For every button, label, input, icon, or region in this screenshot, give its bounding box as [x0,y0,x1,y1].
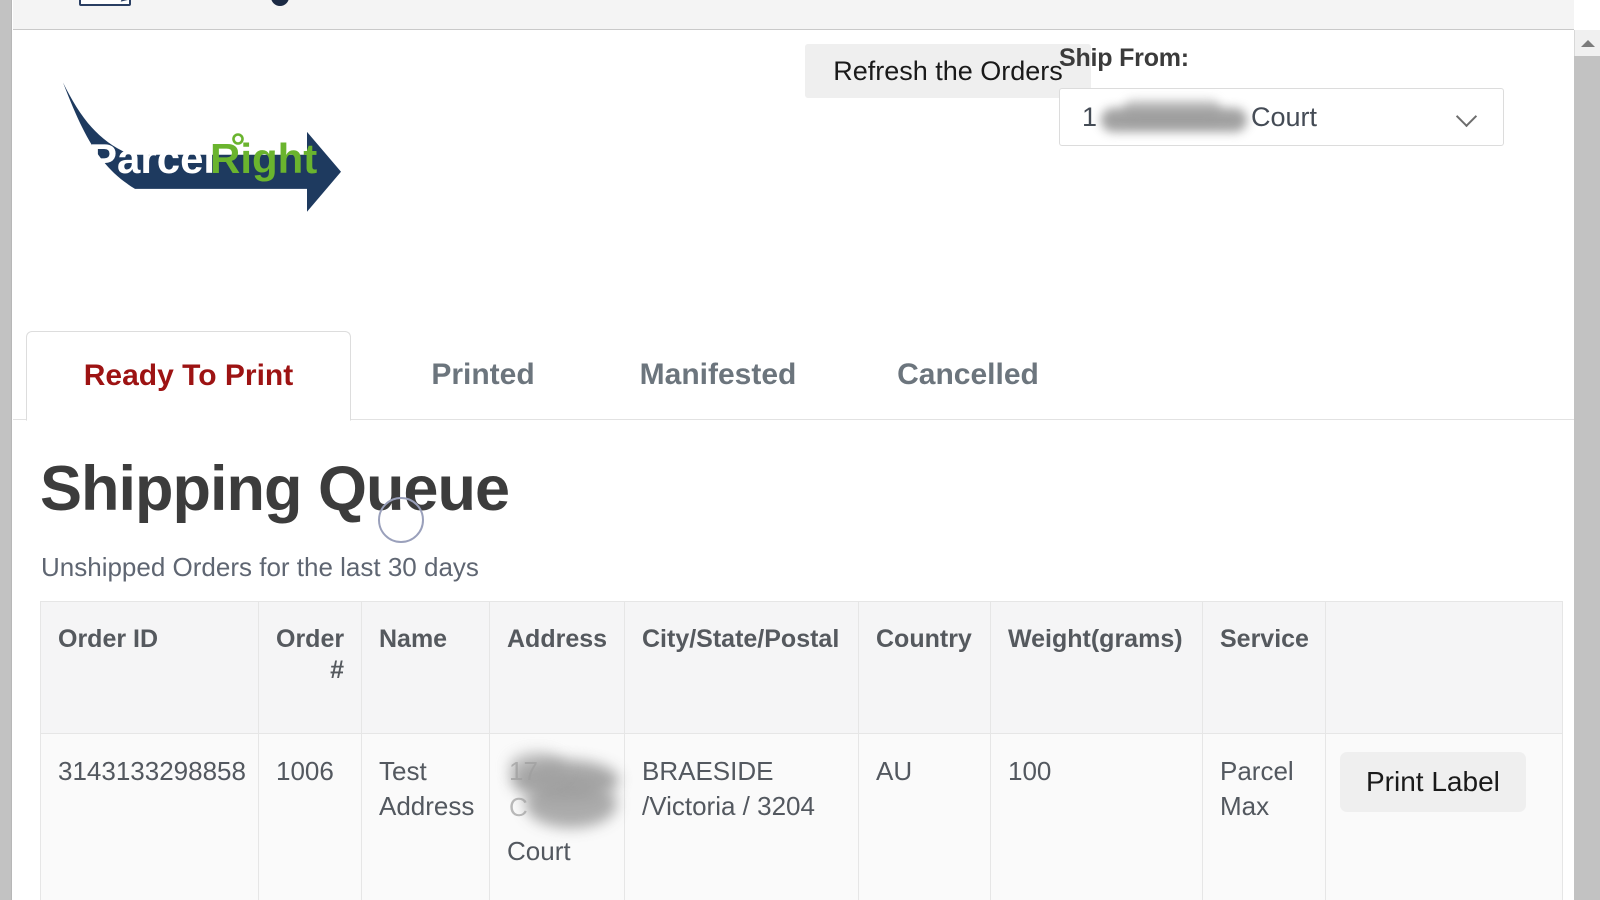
city-line: BRAESIDE [642,755,774,786]
refresh-orders-button[interactable]: Refresh the Orders [805,44,1091,98]
address-smudge-b [525,779,617,828]
print-label-button[interactable]: Print Label [1340,751,1526,812]
scrollbar-up-button[interactable] [1574,30,1600,56]
app-root: Parcel Right Refresh the Orders Ship Fro… [0,0,1600,900]
cell-city-state-postal: BRAESIDE /Victoria / 3204 [624,732,859,900]
cell-service: Parcel Max [1202,732,1326,900]
cell-order-id: 3143133298858 [40,732,259,900]
ship-from-label: Ship From: [1059,44,1189,72]
column-header-country[interactable]: Country [858,601,991,734]
ship-from-select[interactable]: 1 Court [1059,88,1504,146]
service-line-1: Parcel [1220,755,1294,786]
column-header-city-state-postal[interactable]: City/State/Postal [624,601,859,734]
chevron-up-icon [1581,40,1595,47]
column-header-order-number-line2: # [330,656,344,685]
column-header-address[interactable]: Address [489,601,625,734]
table-header-row: Order ID Order # Name Address City/State/… [40,601,1563,734]
column-header-order-number[interactable]: Order # [258,601,362,734]
column-header-order-number-line1: Order [276,625,345,653]
address-tail-text: Court [507,835,571,866]
ship-from-value-prefix: 1 [1082,102,1098,132]
vertical-scrollbar[interactable] [1574,30,1600,900]
chevron-down-icon[interactable] [1459,109,1477,127]
cell-country: AU [858,732,991,900]
tab-cancelled[interactable]: Cancelled [853,331,1083,421]
logo-arrow-icon: Parcel Right [63,82,341,212]
queue-tabs: Ready To Print Printed Manifested Cancel… [13,331,1574,421]
address-smudge-c [509,751,565,782]
address-redaction-smudge: 17 C [507,751,633,832]
ship-from-value-suffix: Court [1251,102,1318,132]
state-postal-line: /Victoria / 3204 [642,791,815,822]
cell-order-number: 1006 [258,732,362,900]
page-subtitle: Unshipped Orders for the last 30 days [41,552,479,582]
service-line-2: Max [1220,791,1270,822]
shipping-queue-table: Order ID Order # Name Address City/State/… [40,601,1563,900]
ship-from-redaction-smudge [1099,104,1249,134]
page-title: Shipping Queue [40,454,510,524]
logo-text-parcel: Parcel [89,135,215,182]
column-header-service[interactable]: Service [1202,601,1326,734]
column-header-name[interactable]: Name [361,601,490,734]
logo-text-right: Right [210,135,317,182]
tab-ready-to-print[interactable]: Ready To Print [26,331,351,421]
column-header-order-id[interactable]: Order ID [40,601,259,734]
cell-address: 17 C Court [489,732,625,900]
cell-action: Print Label [1325,732,1563,900]
column-header-action [1325,601,1563,734]
cut-off-top-toolbar [13,0,1574,30]
parcelright-logo: Parcel Right [45,81,345,221]
cell-name: Test Address [361,732,490,900]
scrollbar-thumb[interactable] [1574,56,1600,900]
table-row: 3143133298858 1006 Test Address 17 C Cou… [40,732,1563,900]
tab-printed[interactable]: Printed [373,331,593,421]
tab-manifested[interactable]: Manifested [593,331,843,421]
page-canvas: Parcel Right Refresh the Orders Ship Fro… [13,31,1574,900]
ship-from-selected-value: 1 Court [1082,89,1317,145]
left-gutter [0,0,12,900]
column-header-weight[interactable]: Weight(grams) [990,601,1203,734]
cut-off-avatar-icon [271,0,289,6]
cell-weight: 100 [990,732,1203,900]
